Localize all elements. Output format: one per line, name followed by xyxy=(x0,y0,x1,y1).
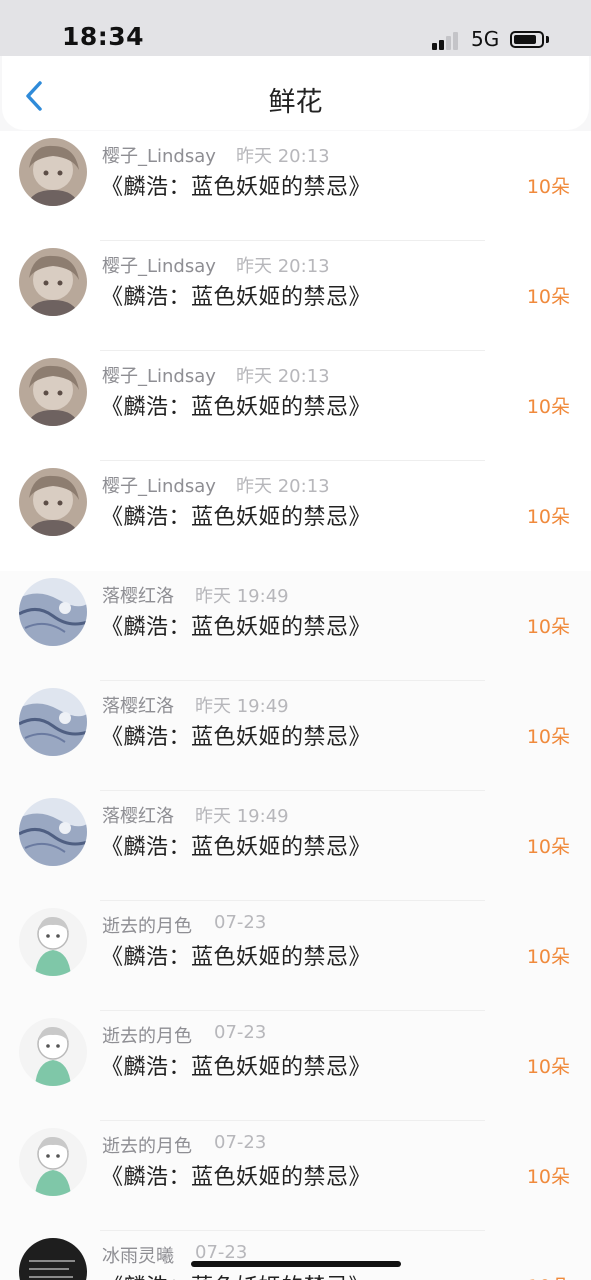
anime-girl-avatar-icon xyxy=(19,248,87,316)
anime-girl-avatar-icon xyxy=(19,358,87,426)
status-bar: 18:34 5G xyxy=(0,0,591,56)
list-item[interactable]: 落樱红洛 昨天 19:49 《麟浩：蓝色妖姬的禁忌》 10朵 xyxy=(0,791,591,901)
user-name: 落樱红洛 xyxy=(102,696,174,717)
item-time: 07-23 xyxy=(214,1022,267,1043)
item-time: 昨天 19:49 xyxy=(195,696,289,717)
chibi-character-avatar-icon xyxy=(19,1128,87,1196)
list-item[interactable]: 落樱红洛 昨天 19:49 《麟浩：蓝色妖姬的禁忌》 10朵 xyxy=(0,681,591,791)
book-title: 《麟浩：蓝色妖姬的禁忌》 xyxy=(101,505,372,530)
book-title: 《麟浩：蓝色妖姬的禁忌》 xyxy=(101,1269,371,1280)
flower-count: 10朵 xyxy=(526,836,570,858)
user-name: 冰雨灵曦 xyxy=(102,1246,174,1267)
flower-count: 10朵 xyxy=(526,726,570,748)
list-item[interactable]: 逝去的月色 07-23 《麟浩：蓝色妖姬的禁忌》 10朵 xyxy=(0,1121,591,1231)
chibi-character-avatar-icon xyxy=(19,908,87,976)
flower-count: 10朵 xyxy=(526,176,570,198)
item-time: 昨天 19:49 xyxy=(195,586,289,607)
user-name: 逝去的月色 xyxy=(102,916,192,937)
book-title: 《麟浩：蓝色妖姬的禁忌》 xyxy=(101,835,372,860)
blue-sketch-avatar-icon xyxy=(19,688,87,756)
user-name: 樱子_Lindsay xyxy=(102,146,216,167)
anime-girl-avatar-icon xyxy=(19,468,87,536)
flower-count: 10朵 xyxy=(526,946,570,968)
item-time: 昨天 20:13 xyxy=(236,366,330,387)
user-name: 樱子_Lindsay xyxy=(102,476,216,497)
book-title: 《麟浩：蓝色妖姬的禁忌》 xyxy=(101,175,372,200)
list-item[interactable]: 逝去的月色 07-23 《麟浩：蓝色妖姬的禁忌》 10朵 xyxy=(0,901,591,1011)
avatar[interactable] xyxy=(19,1238,87,1280)
battery-icon xyxy=(510,31,544,48)
book-title: 《麟浩：蓝色妖姬的禁忌》 xyxy=(101,615,372,640)
navigation-bar: 鲜花 xyxy=(2,56,589,130)
avatar[interactable] xyxy=(19,798,87,866)
list-item[interactable]: 樱子_Lindsay 昨天 20:13 《麟浩：蓝色妖姬的禁忌》 10朵 xyxy=(0,461,591,571)
book-title: 《麟浩：蓝色妖姬的禁忌》 xyxy=(101,395,372,420)
user-name: 逝去的月色 xyxy=(102,1026,192,1047)
chibi-character-avatar-icon xyxy=(19,1018,87,1086)
list-item[interactable]: 逝去的月色 07-23 《麟浩：蓝色妖姬的禁忌》 10朵 xyxy=(0,1011,591,1121)
avatar[interactable] xyxy=(19,578,87,646)
flower-count: 10朵 xyxy=(527,1272,570,1280)
user-name: 落樱红洛 xyxy=(102,806,174,827)
home-indicator[interactable] xyxy=(191,1261,401,1267)
item-time: 昨天 20:13 xyxy=(236,146,330,167)
item-time: 07-23 xyxy=(214,912,267,933)
page-title: 鲜花 xyxy=(268,87,323,118)
flower-record-list[interactable]: 樱子_Lindsay 昨天 20:13 《麟浩：蓝色妖姬的禁忌》 10朵 樱子_… xyxy=(0,131,591,1280)
list-item[interactable]: 樱子_Lindsay 昨天 20:13 《麟浩：蓝色妖姬的禁忌》 10朵 xyxy=(0,351,591,461)
user-name: 逝去的月色 xyxy=(102,1136,192,1157)
list-item[interactable]: 樱子_Lindsay 昨天 20:13 《麟浩：蓝色妖姬的禁忌》 10朵 xyxy=(0,131,591,241)
avatar[interactable] xyxy=(19,138,87,206)
user-name: 樱子_Lindsay xyxy=(102,366,216,387)
flower-count: 10朵 xyxy=(526,1166,570,1188)
status-time: 18:34 xyxy=(62,22,145,51)
anime-girl-avatar-icon xyxy=(19,138,87,206)
flower-count: 10朵 xyxy=(526,396,570,418)
dark-text-avatar-icon xyxy=(19,1238,87,1280)
avatar[interactable] xyxy=(19,1018,87,1086)
list-item[interactable]: 樱子_Lindsay 昨天 20:13 《麟浩：蓝色妖姬的禁忌》 10朵 xyxy=(0,241,591,351)
flower-count: 10朵 xyxy=(526,1056,570,1078)
blue-sketch-avatar-icon xyxy=(19,798,87,866)
item-time: 昨天 19:49 xyxy=(195,806,289,827)
item-time: 昨天 20:13 xyxy=(236,256,330,277)
avatar[interactable] xyxy=(19,1128,87,1196)
avatar[interactable] xyxy=(19,248,87,316)
blue-sketch-avatar-icon xyxy=(19,578,87,646)
list-item[interactable]: 落樱红洛 昨天 19:49 《麟浩：蓝色妖姬的禁忌》 10朵 xyxy=(0,571,591,681)
user-name: 樱子_Lindsay xyxy=(102,256,216,277)
item-time: 07-23 xyxy=(195,1242,248,1263)
avatar[interactable] xyxy=(19,358,87,426)
cellular-signal-icon xyxy=(432,30,462,50)
item-time: 07-23 xyxy=(214,1132,267,1153)
book-title: 《麟浩：蓝色妖姬的禁忌》 xyxy=(101,1055,372,1080)
flower-count: 10朵 xyxy=(526,506,570,528)
flower-count: 10朵 xyxy=(526,616,570,638)
book-title: 《麟浩：蓝色妖姬的禁忌》 xyxy=(101,945,372,970)
avatar[interactable] xyxy=(19,908,87,976)
item-time: 昨天 20:13 xyxy=(236,476,330,497)
list-item[interactable]: 冰雨灵曦 07-23 《麟浩：蓝色妖姬的禁忌》 10朵 xyxy=(0,1231,591,1280)
flower-count: 10朵 xyxy=(526,286,570,308)
book-title: 《麟浩：蓝色妖姬的禁忌》 xyxy=(101,1165,372,1190)
avatar[interactable] xyxy=(19,468,87,536)
book-title: 《麟浩：蓝色妖姬的禁忌》 xyxy=(101,725,372,750)
user-name: 落樱红洛 xyxy=(102,586,174,607)
book-title: 《麟浩：蓝色妖姬的禁忌》 xyxy=(101,285,372,310)
network-type: 5G xyxy=(471,27,500,51)
battery-tip xyxy=(546,36,549,43)
avatar[interactable] xyxy=(19,688,87,756)
